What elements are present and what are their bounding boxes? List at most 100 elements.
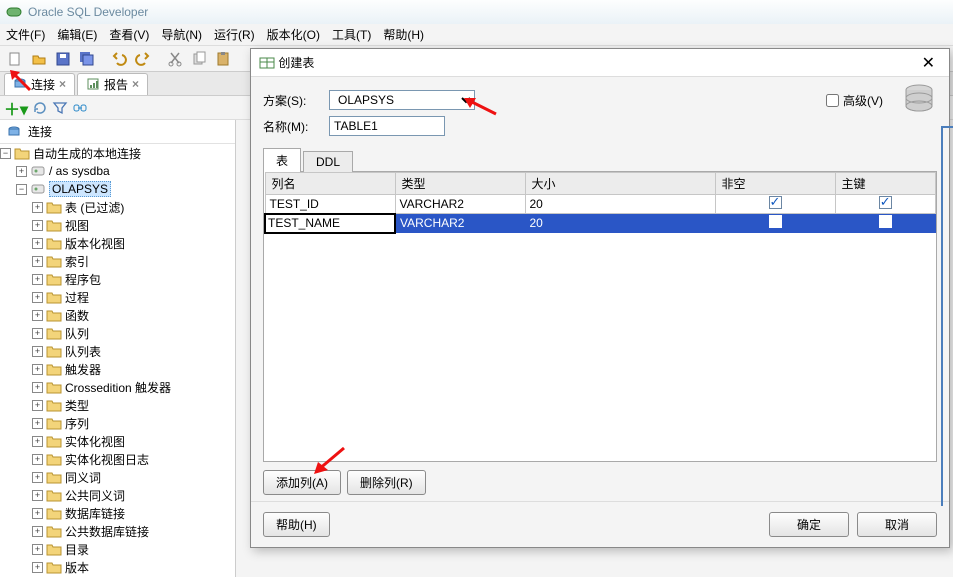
ok-button[interactable]: 确定 [769, 512, 849, 537]
table-name-input[interactable] [329, 116, 445, 136]
tab-connections[interactable]: 连接 × [4, 73, 75, 95]
tree-root-label[interactable]: 自动生成的本地连接 [33, 145, 141, 162]
tree-item-label[interactable]: 队列表 [65, 343, 101, 360]
tree-toggle[interactable]: + [16, 166, 27, 177]
menu-tools[interactable]: 工具(T) [332, 26, 371, 43]
tree-item-label[interactable]: 版本 [65, 559, 89, 576]
menu-view[interactable]: 查看(V) [109, 26, 149, 43]
tree-toggle[interactable]: + [32, 220, 43, 231]
splitter-line[interactable] [941, 126, 953, 506]
tree-toggle[interactable]: + [32, 544, 43, 555]
undo-icon[interactable] [108, 48, 130, 70]
saveall-icon[interactable] [76, 48, 98, 70]
tab-close-icon[interactable]: × [132, 77, 139, 91]
col-header-size[interactable]: 大小 [525, 173, 715, 195]
col-header-type[interactable]: 类型 [395, 173, 525, 195]
tab-table[interactable]: 表 [263, 148, 301, 172]
new-icon[interactable] [4, 48, 26, 70]
new-connection-icon[interactable]: ＋▾ [4, 96, 28, 120]
dialog-close-icon[interactable]: ✕ [916, 53, 941, 73]
link-icon[interactable] [72, 100, 88, 116]
advanced-checkbox[interactable] [826, 94, 839, 107]
tree-toggle[interactable]: + [32, 418, 43, 429]
tree-toggle[interactable]: + [32, 490, 43, 501]
tab-close-icon[interactable]: × [59, 77, 66, 91]
paste-icon[interactable] [212, 48, 234, 70]
menu-help[interactable]: 帮助(H) [383, 26, 424, 43]
notnull-checkbox[interactable] [769, 215, 782, 228]
tree-toggle[interactable]: + [32, 382, 43, 393]
filter-icon[interactable] [52, 100, 68, 116]
tree-item-label[interactable]: 同义词 [65, 469, 101, 486]
tree-item-label[interactable]: 实体化视图日志 [65, 451, 149, 468]
cell-size[interactable]: 20 [525, 214, 715, 233]
tree-toggle[interactable]: + [32, 454, 43, 465]
cut-icon[interactable] [164, 48, 186, 70]
tree-toggle[interactable]: + [32, 328, 43, 339]
cell-name[interactable]: TEST_NAME [265, 214, 395, 233]
redo-icon[interactable] [132, 48, 154, 70]
menu-version[interactable]: 版本化(O) [267, 26, 320, 43]
col-header-pk[interactable]: 主键 [835, 173, 936, 195]
open-icon[interactable] [28, 48, 50, 70]
tree-item-label[interactable]: 数据库链接 [65, 505, 125, 522]
tree-toggle[interactable]: + [32, 238, 43, 249]
col-header-name[interactable]: 列名 [265, 173, 395, 195]
tree-toggle[interactable]: − [0, 148, 11, 159]
connections-tree[interactable]: − 自动生成的本地连接 + / as sysdba − OLAPSYS + 表 (… [0, 144, 235, 576]
col-header-notnull[interactable]: 非空 [715, 173, 835, 195]
tree-toggle[interactable]: + [32, 364, 43, 375]
tree-item-label[interactable]: 实体化视图 [65, 433, 125, 450]
tree-toggle[interactable]: + [32, 562, 43, 573]
menu-edit[interactable]: 编辑(E) [57, 26, 97, 43]
columns-grid[interactable]: 列名 类型 大小 非空 主键 TEST_IDVARCHAR220TEST_NAM… [263, 171, 937, 462]
tree-item-label[interactable]: 程序包 [65, 271, 101, 288]
table-row[interactable]: TEST_IDVARCHAR220 [265, 195, 936, 214]
tree-item-label[interactable]: 表 (已过滤) [65, 199, 124, 216]
cell-name[interactable]: TEST_ID [265, 195, 395, 214]
tree-toggle[interactable]: + [32, 526, 43, 537]
dialog-titlebar[interactable]: 创建表 ✕ [251, 49, 949, 77]
help-button[interactable]: 帮助(H) [263, 512, 330, 537]
tree-item-label[interactable]: Crossedition 触发器 [65, 379, 171, 396]
tree-toggle[interactable]: + [32, 472, 43, 483]
tree-toggle[interactable]: + [32, 292, 43, 303]
tree-item-label[interactable]: 版本化视图 [65, 235, 125, 252]
add-column-button[interactable]: 添加列(A) [263, 470, 341, 495]
tree-toggle[interactable]: + [32, 310, 43, 321]
tree-item-label[interactable]: 函数 [65, 307, 89, 324]
tree-toggle[interactable]: + [32, 436, 43, 447]
copy-icon[interactable] [188, 48, 210, 70]
delete-column-button[interactable]: 删除列(R) [347, 470, 426, 495]
tree-item-label[interactable]: 队列 [65, 325, 89, 342]
menu-run[interactable]: 运行(R) [214, 26, 255, 43]
tree-toggle[interactable]: + [32, 274, 43, 285]
cell-size[interactable]: 20 [525, 195, 715, 214]
tree-item-label[interactable]: 触发器 [65, 361, 101, 378]
tree-item-label[interactable]: 索引 [65, 253, 89, 270]
tree-toggle[interactable]: + [32, 400, 43, 411]
tree-item-label[interactable]: 目录 [65, 541, 89, 558]
pk-checkbox[interactable] [879, 196, 892, 209]
tree-item-label[interactable]: 过程 [65, 289, 89, 306]
tree-sysdba-label[interactable]: / as sysdba [49, 164, 110, 178]
cancel-button[interactable]: 取消 [857, 512, 937, 537]
pk-checkbox[interactable] [879, 215, 892, 228]
tree-schema-label[interactable]: OLAPSYS [49, 181, 111, 197]
save-icon[interactable] [52, 48, 74, 70]
cell-type[interactable]: VARCHAR2 [395, 214, 525, 233]
tab-reports[interactable]: 报告 × [77, 73, 148, 95]
tab-ddl[interactable]: DDL [303, 151, 353, 172]
menu-file[interactable]: 文件(F) [6, 26, 45, 43]
tree-item-label[interactable]: 公共数据库链接 [65, 523, 149, 540]
menu-nav[interactable]: 导航(N) [161, 26, 202, 43]
refresh-icon[interactable] [32, 100, 48, 116]
tree-toggle[interactable]: + [32, 256, 43, 267]
tree-toggle[interactable]: + [32, 202, 43, 213]
tree-item-label[interactable]: 类型 [65, 397, 89, 414]
schema-select[interactable]: OLAPSYS [329, 90, 475, 110]
tree-item-label[interactable]: 视图 [65, 217, 89, 234]
tree-toggle[interactable]: − [16, 184, 27, 195]
tree-item-label[interactable]: 公共同义词 [65, 487, 125, 504]
notnull-checkbox[interactable] [769, 196, 782, 209]
